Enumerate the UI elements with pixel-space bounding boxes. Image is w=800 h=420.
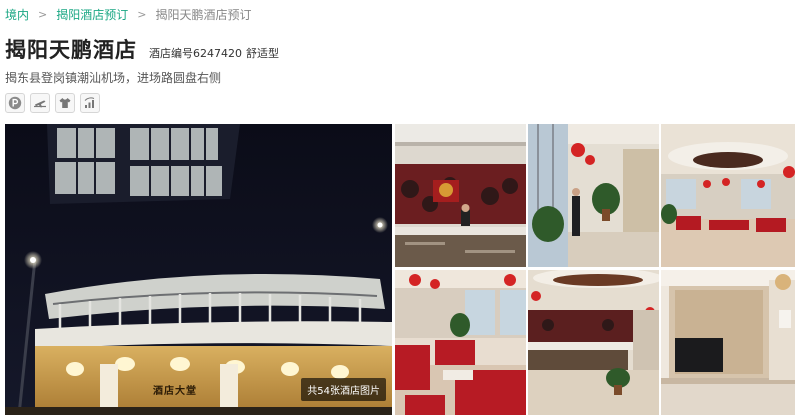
breadcrumb-separator: >: [137, 7, 147, 21]
thumbnail-photo[interactable]: [661, 270, 795, 415]
airport-shuttle-icon[interactable]: [30, 93, 50, 113]
hotel-title-row: 揭阳天鹏酒店 酒店编号6247420 舒适型: [5, 34, 279, 64]
thumbnail-photo[interactable]: [395, 270, 526, 415]
thumbnail-photo[interactable]: [528, 124, 659, 267]
photo-count-button[interactable]: 共54张酒店图片: [301, 378, 386, 401]
thumbnail-photo[interactable]: [528, 270, 659, 415]
laundry-icon[interactable]: [55, 93, 75, 113]
thumbnail-photo[interactable]: [661, 124, 795, 267]
hotel-meta: 酒店编号6247420 舒适型: [149, 45, 279, 61]
hotel-code: 酒店编号6247420: [149, 47, 242, 60]
main-hotel-photo[interactable]: 酒店大堂 共54张酒店图片: [5, 124, 392, 415]
hotel-address: 揭东县登岗镇潮汕机场，进场路圆盘右侧: [5, 71, 222, 85]
wifi-icon[interactable]: [80, 93, 100, 113]
amenity-icons: [5, 93, 100, 113]
lobby-sign-text: 酒店大堂: [153, 386, 197, 397]
photo-gallery: 酒店大堂 共54张酒店图片: [5, 124, 795, 415]
parking-icon[interactable]: [5, 93, 25, 113]
breadcrumb-link-domestic[interactable]: 境内: [5, 6, 29, 23]
hotel-grade: 舒适型: [246, 47, 279, 60]
breadcrumb: 境内 > 揭阳酒店预订 > 揭阳天鹏酒店预订: [5, 6, 251, 22]
breadcrumb-link-city-hotels[interactable]: 揭阳酒店预订: [56, 6, 128, 23]
thumbnail-photo[interactable]: [395, 124, 526, 267]
breadcrumb-current: 揭阳天鹏酒店预订: [155, 7, 252, 22]
breadcrumb-separator: >: [38, 7, 48, 21]
hotel-name: 揭阳天鹏酒店: [5, 38, 137, 62]
